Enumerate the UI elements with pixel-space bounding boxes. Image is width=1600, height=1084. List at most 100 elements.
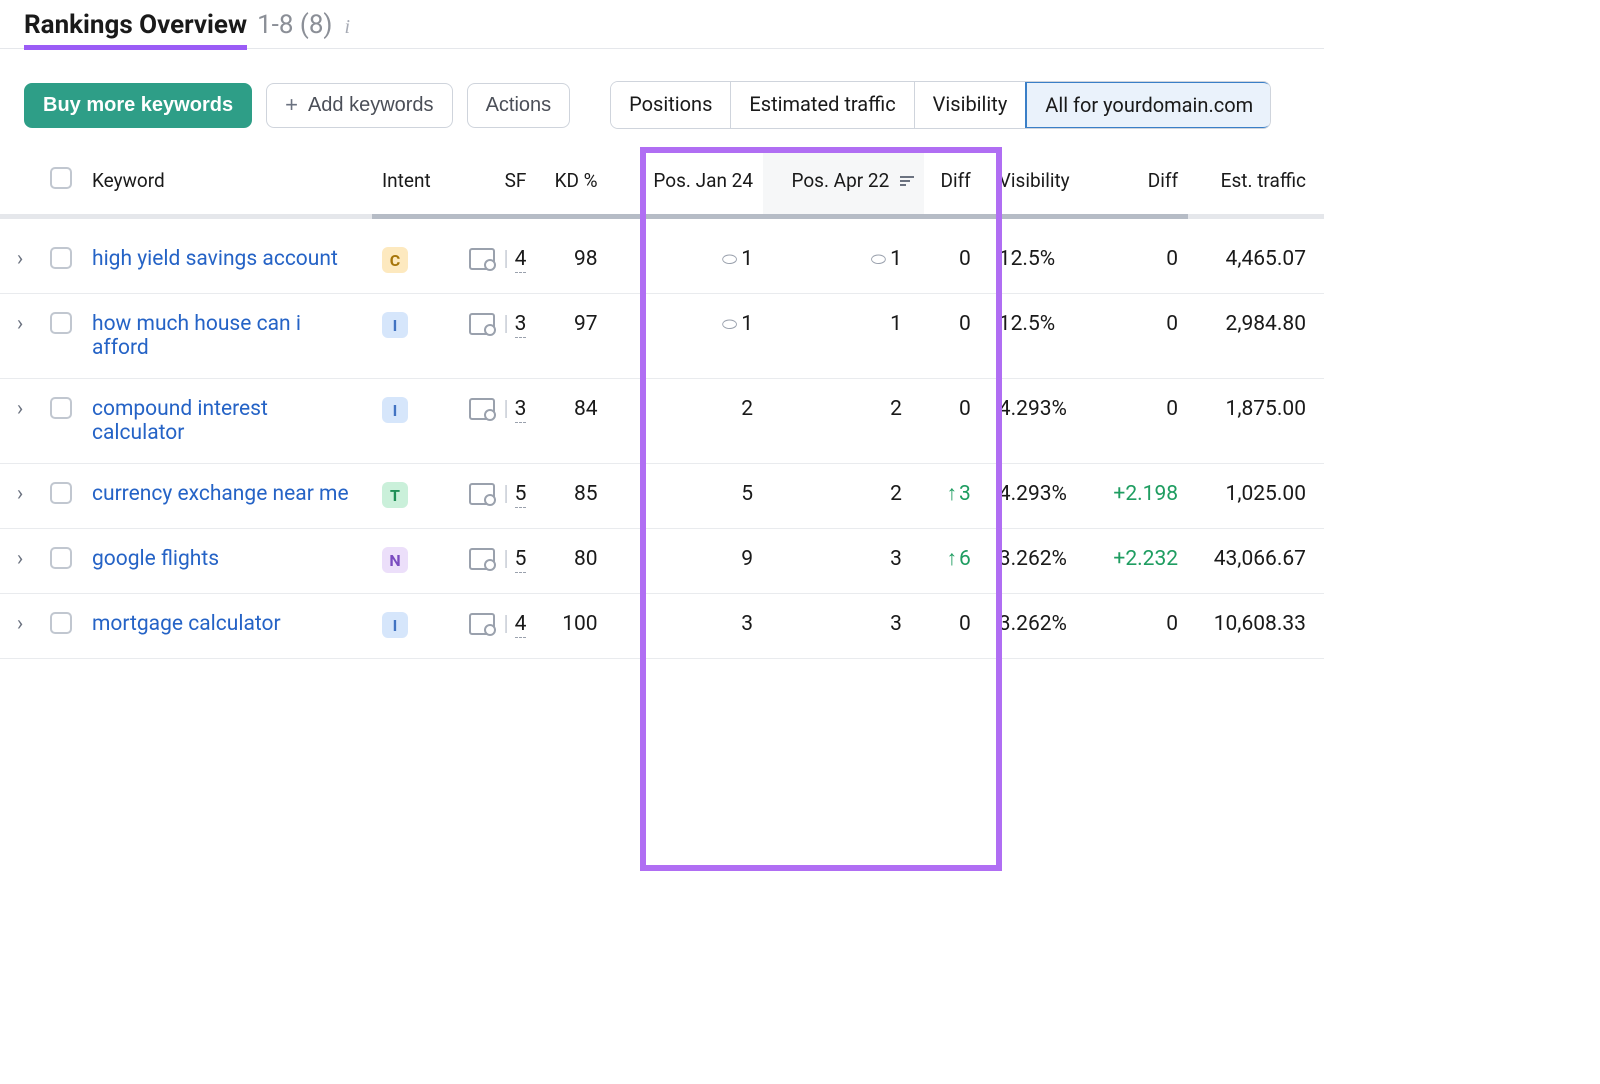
table-row: ›google flightsN|5809363.262%+2.23243,06… xyxy=(0,529,1324,594)
diff-pos-value: 6 xyxy=(924,529,981,594)
tab-all-domain[interactable]: All for yourdomain.com xyxy=(1025,81,1271,129)
intent-badge[interactable]: T xyxy=(382,482,408,508)
visibility-value: 4.293% xyxy=(981,464,1093,529)
col-est-traffic[interactable]: Est. traffic xyxy=(1188,147,1324,217)
rankings-table: Keyword Intent SF KD % Pos. Jan 24 Pos. … xyxy=(0,147,1324,659)
serp-features-icon[interactable] xyxy=(469,483,495,505)
expand-chevron-icon[interactable]: › xyxy=(17,312,23,336)
expand-chevron-icon[interactable]: › xyxy=(17,397,23,421)
pos-jan24-value: 9 xyxy=(608,529,763,594)
visibility-value: 12.5% xyxy=(981,217,1093,294)
diff-vis-value: 0 xyxy=(1092,594,1188,659)
col-diff-vis[interactable]: Diff xyxy=(1092,147,1188,217)
diff-pos-value: 0 xyxy=(924,217,981,294)
keyword-link[interactable]: compound interest calculator xyxy=(92,397,352,445)
col-visibility[interactable]: Visibility xyxy=(981,147,1093,217)
link-icon: ⬭ xyxy=(871,249,886,270)
expand-chevron-icon[interactable]: › xyxy=(17,612,23,636)
est-traffic-value: 10,608.33 xyxy=(1188,594,1324,659)
col-sf[interactable]: SF xyxy=(450,147,537,217)
keyword-link[interactable]: how much house can i afford xyxy=(92,312,352,360)
actions-button[interactable]: Actions xyxy=(467,83,571,128)
add-keywords-label: Add keywords xyxy=(308,94,434,117)
expand-chevron-icon[interactable]: › xyxy=(17,247,23,271)
intent-badge[interactable]: I xyxy=(382,397,408,423)
intent-badge[interactable]: I xyxy=(382,612,408,638)
col-kd[interactable]: KD % xyxy=(536,147,607,217)
row-checkbox[interactable] xyxy=(50,312,72,334)
keyword-link[interactable]: currency exchange near me xyxy=(92,482,349,506)
pos-jan24-value: ⬭1 xyxy=(608,294,763,379)
est-traffic-value: 2,984.80 xyxy=(1188,294,1324,379)
view-segmented-control: Positions Estimated traffic Visibility A… xyxy=(610,81,1271,129)
info-icon[interactable]: i xyxy=(345,16,351,39)
pos-apr22-value: ⬭1 xyxy=(763,217,924,294)
sf-count[interactable]: 5 xyxy=(515,547,527,573)
table-row: ›high yield savings accountC|498⬭1⬭1012.… xyxy=(0,217,1324,294)
sf-count[interactable]: 4 xyxy=(515,247,527,273)
sf-count[interactable]: 3 xyxy=(515,312,527,338)
col-intent[interactable]: Intent xyxy=(372,147,450,217)
col-keyword[interactable]: Keyword xyxy=(82,147,372,217)
intent-badge[interactable]: I xyxy=(382,312,408,338)
visibility-value: 3.262% xyxy=(981,594,1093,659)
keyword-link[interactable]: google flights xyxy=(92,547,219,571)
est-traffic-value: 4,465.07 xyxy=(1188,217,1324,294)
diff-pos-value: 0 xyxy=(924,594,981,659)
intent-badge[interactable]: C xyxy=(382,247,408,273)
row-checkbox[interactable] xyxy=(50,482,72,504)
pos-jan24-value: 3 xyxy=(608,594,763,659)
intent-badge[interactable]: N xyxy=(382,547,408,573)
kd-value: 84 xyxy=(536,379,607,464)
pos-apr22-value: 2 xyxy=(763,379,924,464)
pos-jan24-value: ⬭1 xyxy=(608,217,763,294)
pos-jan24-value: 5 xyxy=(608,464,763,529)
keyword-link[interactable]: mortgage calculator xyxy=(92,612,281,636)
expand-chevron-icon[interactable]: › xyxy=(17,547,23,571)
diff-vis-value: +2.198 xyxy=(1092,464,1188,529)
serp-features-icon[interactable] xyxy=(469,313,495,335)
table-row: ›currency exchange near meT|5855234.293%… xyxy=(0,464,1324,529)
sort-icon xyxy=(900,176,914,188)
visibility-value: 4.293% xyxy=(981,379,1093,464)
expand-chevron-icon[interactable]: › xyxy=(17,482,23,506)
tab-visibility[interactable]: Visibility xyxy=(915,82,1027,128)
kd-value: 98 xyxy=(536,217,607,294)
buy-keywords-button[interactable]: Buy more keywords xyxy=(24,83,252,128)
row-checkbox[interactable] xyxy=(50,247,72,269)
keyword-link[interactable]: high yield savings account xyxy=(92,247,338,271)
link-icon: ⬭ xyxy=(722,314,737,335)
serp-features-icon[interactable] xyxy=(469,398,495,420)
diff-pos-value: 0 xyxy=(924,294,981,379)
col-diff-pos[interactable]: Diff xyxy=(924,147,981,217)
col-pos-apr22[interactable]: Pos. Apr 22 xyxy=(763,147,924,217)
col-pos-jan24[interactable]: Pos. Jan 24 xyxy=(608,147,763,217)
select-all-checkbox[interactable] xyxy=(50,167,72,189)
row-checkbox[interactable] xyxy=(50,397,72,419)
row-checkbox[interactable] xyxy=(50,612,72,634)
sf-count[interactable]: 5 xyxy=(515,482,527,508)
actions-label: Actions xyxy=(486,94,552,117)
pos-apr22-value: 3 xyxy=(763,594,924,659)
serp-features-icon[interactable] xyxy=(469,613,495,635)
page-title: Rankings Overview xyxy=(24,10,247,40)
diff-pos-value: 3 xyxy=(924,464,981,529)
visibility-value: 3.262% xyxy=(981,529,1093,594)
diff-vis-value: +2.232 xyxy=(1092,529,1188,594)
tab-estimated-traffic[interactable]: Estimated traffic xyxy=(731,82,914,128)
sf-count[interactable]: 4 xyxy=(515,612,527,638)
kd-value: 100 xyxy=(536,594,607,659)
diff-vis-value: 0 xyxy=(1092,379,1188,464)
serp-features-icon[interactable] xyxy=(469,548,495,570)
est-traffic-value: 43,066.67 xyxy=(1188,529,1324,594)
diff-vis-value: 0 xyxy=(1092,217,1188,294)
col-pos-apr22-label: Pos. Apr 22 xyxy=(791,169,889,192)
serp-features-icon[interactable] xyxy=(469,248,495,270)
pos-apr22-value: 1 xyxy=(763,294,924,379)
sf-count[interactable]: 3 xyxy=(515,397,527,423)
table-row: ›how much house can i affordI|397⬭11012.… xyxy=(0,294,1324,379)
row-checkbox[interactable] xyxy=(50,547,72,569)
link-icon: ⬭ xyxy=(722,249,737,270)
tab-positions[interactable]: Positions xyxy=(611,82,731,128)
add-keywords-button[interactable]: + Add keywords xyxy=(266,83,452,128)
